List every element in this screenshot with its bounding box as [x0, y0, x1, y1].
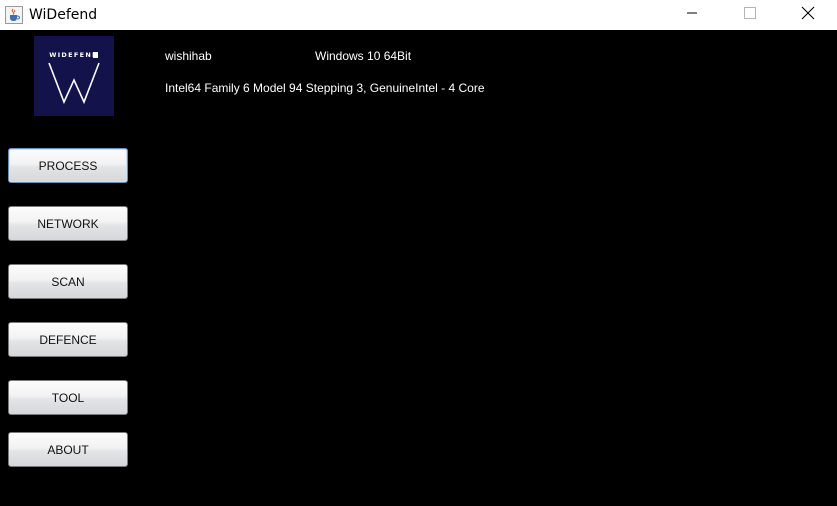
scan-button[interactable]: SCAN	[8, 264, 128, 299]
close-button[interactable]	[779, 0, 837, 30]
maximize-button[interactable]	[721, 0, 779, 30]
logo-w-mark	[48, 52, 100, 105]
app-window: WiDefend WIDEFEND wishihab Windows 10 64…	[0, 0, 837, 506]
widefend-logo: WIDEFEND	[34, 36, 114, 116]
about-button[interactable]: ABOUT	[8, 432, 128, 467]
title-bar[interactable]: WiDefend	[0, 0, 837, 30]
tool-button[interactable]: TOOL	[8, 380, 128, 415]
maximize-icon	[744, 6, 756, 24]
defence-button[interactable]: DEFENCE	[8, 322, 128, 357]
minimize-icon	[686, 6, 698, 24]
java-cup-icon	[5, 6, 23, 24]
os-label: Windows 10 64Bit	[315, 49, 412, 63]
window-controls	[663, 0, 837, 30]
username-label: wishihab	[165, 49, 212, 63]
cpu-info-label: Intel64 Family 6 Model 94 Stepping 3, Ge…	[165, 81, 485, 95]
close-icon	[801, 6, 815, 25]
network-button[interactable]: NETWORK	[8, 206, 128, 241]
minimize-button[interactable]	[663, 0, 721, 30]
window-title: WiDefend	[29, 7, 98, 23]
process-button[interactable]: PROCESS	[8, 148, 128, 183]
